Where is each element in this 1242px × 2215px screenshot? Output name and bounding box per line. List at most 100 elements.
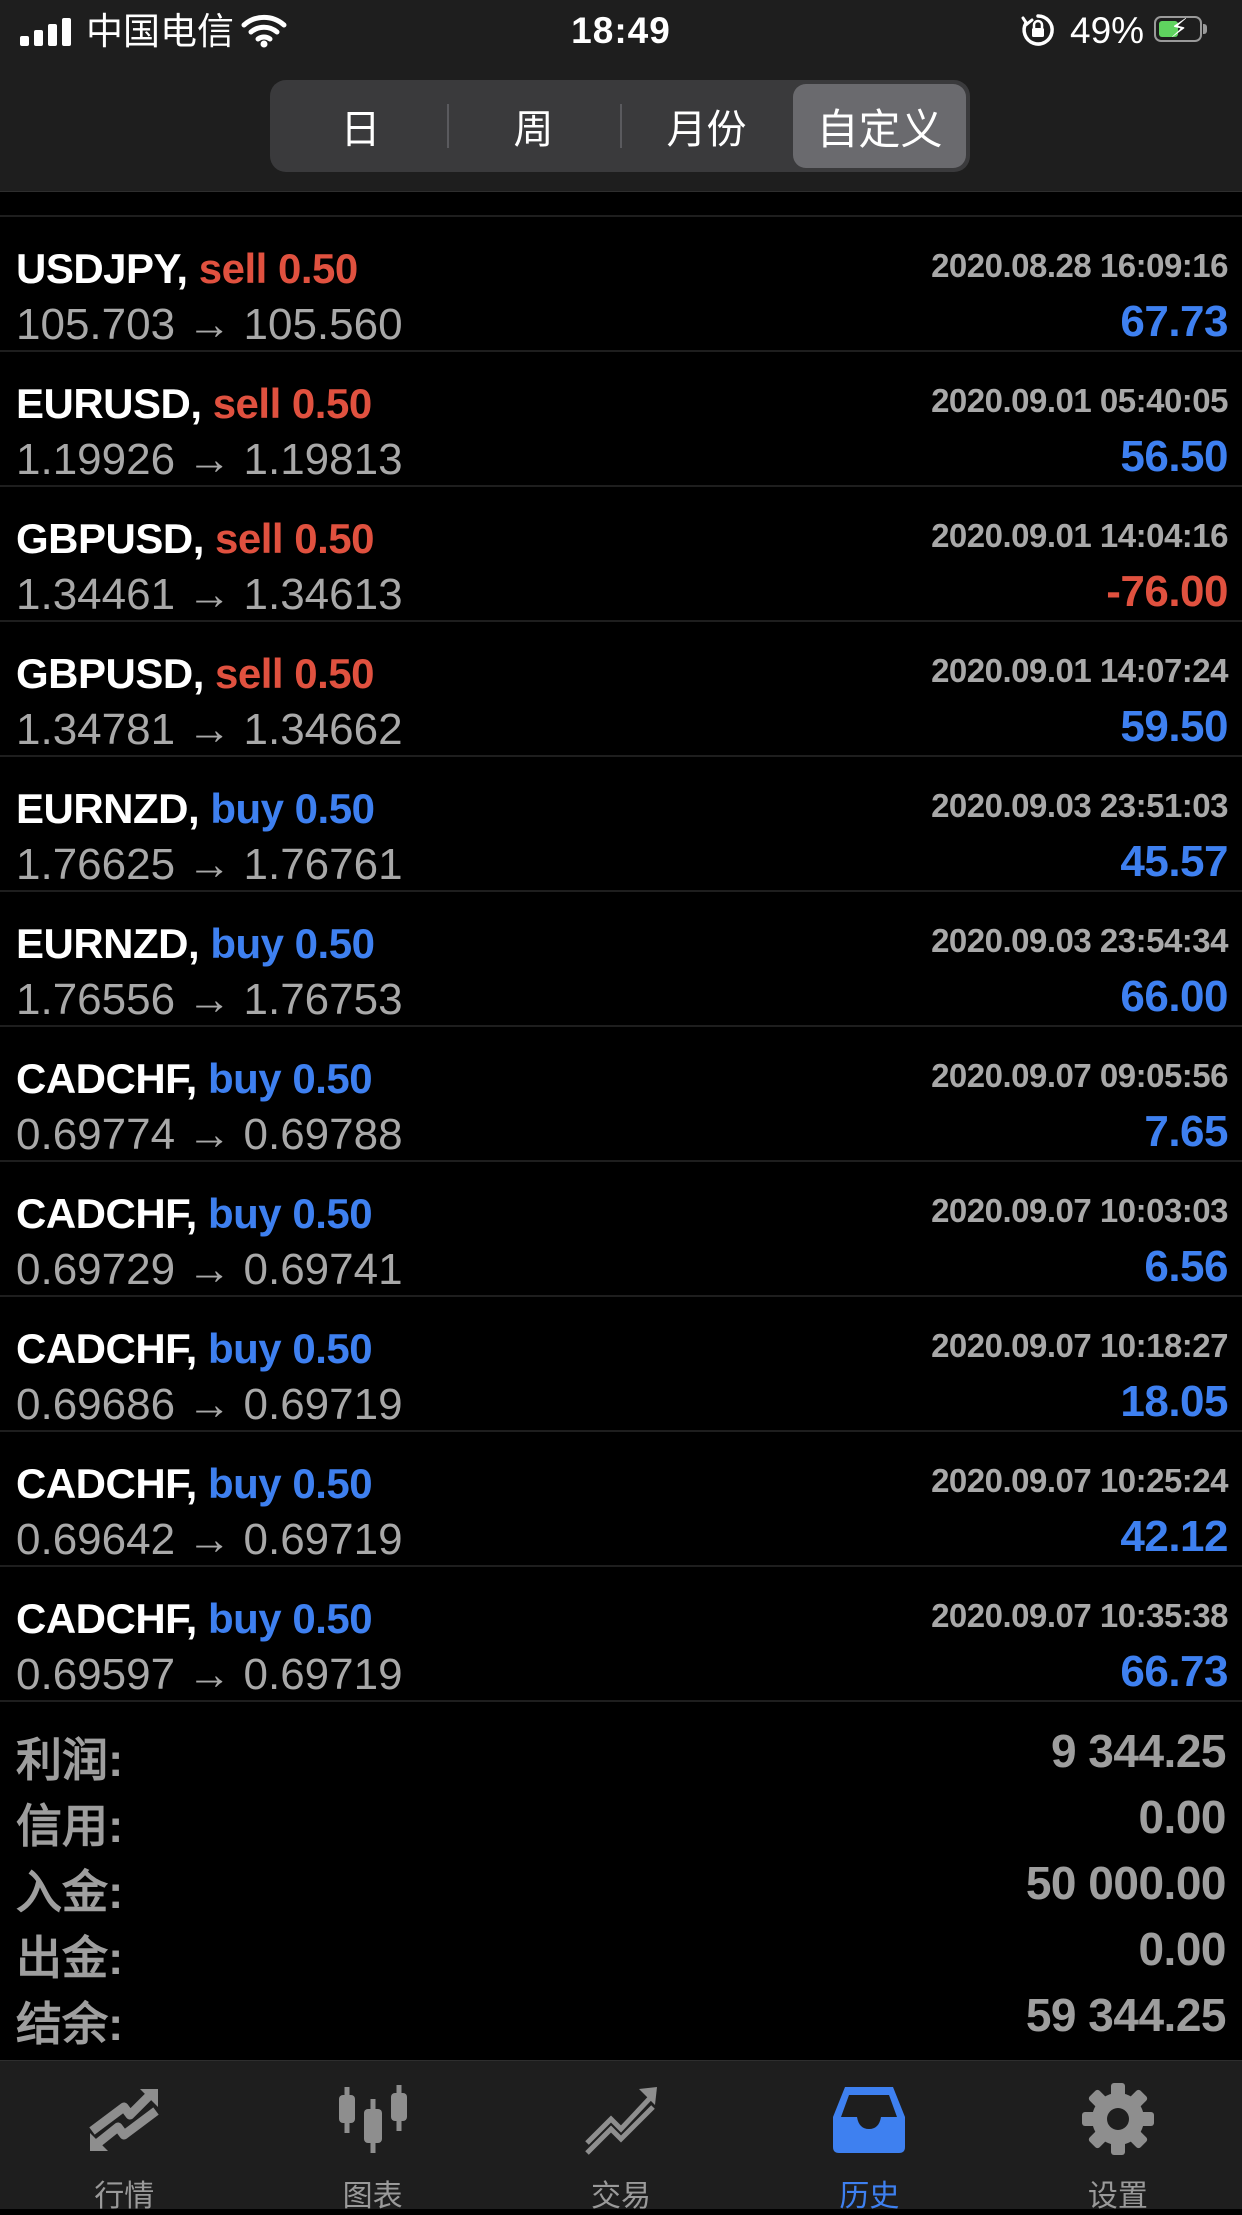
deal-symbol-line: EURNZD, buy 0.50 (16, 785, 375, 833)
quotes-arrows-icon (84, 2061, 164, 2162)
summary-row: 信用: 0.00 (0, 1786, 1242, 1852)
charging-bolt-icon: ⚡ (1170, 13, 1189, 43)
deal-profit: 45.57 (1120, 837, 1228, 886)
deal-time: 2020.09.03 23:51:03 (931, 787, 1228, 824)
summary-value: 59 344.25 (1025, 1989, 1227, 2041)
deal-symbol: EURNZD, (16, 920, 200, 967)
deal-symbol: CADCHF, (16, 1595, 197, 1642)
deal-time: 2020.09.07 10:35:38 (931, 1597, 1228, 1634)
deal-row[interactable]: CADCHF, buy 0.50 2020.09.07 10:25:24 0.696… (0, 1432, 1242, 1567)
deal-symbol-line: CADCHF, buy 0.50 (16, 1460, 373, 1508)
summary-value: 50 000.00 (1025, 1857, 1227, 1909)
deal-symbol: GBPUSD, (16, 650, 204, 697)
period-tab-3[interactable]: 自定义 (793, 84, 966, 168)
deal-row[interactable]: CADCHF, buy 0.50 2020.09.07 10:03:03 0.697… (0, 1162, 1242, 1297)
deal-symbol: CADCHF, (16, 1460, 197, 1507)
deal-side-volume: buy 0.50 (208, 1190, 373, 1237)
deal-time: 2020.09.07 10:03:03 (931, 1192, 1228, 1229)
summary-row: 入金: 50 000.00 (0, 1852, 1242, 1918)
tab-label: 历史 (839, 2180, 900, 2213)
tab-history-inbox[interactable]: 历史 (745, 2061, 993, 2213)
deals-history-list[interactable]: USDJPY, sell 0.50 2020.08.28 16:09:16 105.… (0, 192, 1242, 1702)
deal-symbol: USDJPY, (16, 245, 188, 292)
tab-label: 行情 (94, 2180, 155, 2213)
deal-side-volume: sell 0.50 (212, 380, 372, 427)
tab-quotes-arrows[interactable]: 行情 (0, 2061, 248, 2213)
tab-candlestick-chart[interactable]: 图表 (248, 2061, 496, 2213)
deal-row[interactable]: CADCHF, buy 0.50 2020.09.07 09:05:56 0.697… (0, 1027, 1242, 1162)
deal-profit: -76.00 (1106, 567, 1228, 616)
period-segmented-control: 日周月份 自定义 (270, 80, 970, 172)
deal-row[interactable]: USDJPY, sell 0.50 2020.08.28 16:09:16 105.… (0, 217, 1242, 352)
deal-profit: 6.56 (1144, 1242, 1228, 1291)
list-item-partial[interactable] (0, 192, 1242, 217)
period-tab-1[interactable]: 周 (447, 84, 620, 168)
deal-time: 2020.09.01 14:07:24 (931, 652, 1228, 689)
history-inbox-icon (829, 2061, 909, 2162)
summary-row: 利润: 9 344.25 (0, 1720, 1242, 1786)
deal-prices: 1.76625 → 1.76761 (16, 840, 403, 889)
tab-trade-trend[interactable]: 交易 (497, 2061, 745, 2213)
deal-symbol-line: CADCHF, buy 0.50 (16, 1055, 373, 1103)
trade-trend-icon (581, 2061, 661, 2162)
deal-symbol-line: CADCHF, buy 0.50 (16, 1325, 373, 1373)
tab-label: 设置 (1087, 2180, 1148, 2213)
deal-prices: 1.76556 → 1.76753 (16, 975, 403, 1024)
summary-label: 出金: (16, 1932, 124, 1984)
summary-row: 结余: 59 344.25 (0, 1984, 1242, 2050)
summary-label: 结余: (16, 1998, 124, 2050)
bottom-tab-bar: 行情 图表 交易 历史 设置 (0, 2060, 1242, 2213)
deal-time: 2020.09.07 10:25:24 (931, 1462, 1228, 1499)
deal-side-volume: buy 0.50 (208, 1055, 373, 1102)
candlestick-chart-icon (333, 2061, 413, 2162)
deal-profit: 67.73 (1120, 297, 1228, 346)
summary-value: 9 344.25 (1050, 1725, 1227, 1777)
deal-prices: 105.703 → 105.560 (16, 300, 403, 349)
rotation-lock-icon (1021, 14, 1054, 46)
deal-prices: 1.34781 → 1.34662 (16, 705, 403, 754)
deal-symbol-line: EURNZD, buy 0.50 (16, 920, 375, 968)
deal-profit: 59.50 (1120, 702, 1228, 751)
deal-symbol: CADCHF, (16, 1055, 197, 1102)
deal-time: 2020.09.03 23:54:34 (931, 922, 1228, 959)
deal-row[interactable]: GBPUSD, sell 0.50 2020.09.01 14:07:24 1.34… (0, 622, 1242, 757)
deal-time: 2020.09.07 09:05:56 (931, 1057, 1228, 1094)
summary-value: 0.00 (1138, 1923, 1226, 1975)
deal-side-volume: buy 0.50 (208, 1595, 373, 1642)
deal-row[interactable]: CADCHF, buy 0.50 2020.09.07 10:35:38 0.695… (0, 1567, 1242, 1702)
deal-side-volume: buy 0.50 (210, 785, 375, 832)
summary-label: 入金: (16, 1866, 124, 1918)
deal-time: 2020.09.07 10:18:27 (931, 1327, 1228, 1364)
deal-row[interactable]: GBPUSD, sell 0.50 2020.09.01 14:04:16 1.34… (0, 487, 1242, 622)
deal-prices: 1.34461 → 1.34613 (16, 570, 403, 619)
deal-row[interactable]: CADCHF, buy 0.50 2020.09.07 10:18:27 0.696… (0, 1297, 1242, 1432)
deal-prices: 0.69642 → 0.69719 (16, 1515, 403, 1564)
deal-profit: 66.73 (1120, 1647, 1228, 1696)
deal-profit: 56.50 (1120, 432, 1228, 481)
period-tab-2[interactable]: 月份 (620, 84, 793, 168)
status-bar: 中国电信 18:49 49% ⚡ (0, 0, 1242, 62)
deal-side-volume: sell 0.50 (215, 515, 374, 562)
deal-prices: 0.69729 → 0.69741 (16, 1245, 403, 1294)
deal-symbol-line: CADCHF, buy 0.50 (16, 1190, 373, 1238)
summary-label: 利润: (16, 1734, 124, 1786)
tab-gear[interactable]: 设置 (994, 2061, 1242, 2213)
tab-label: 图表 (342, 2180, 403, 2213)
deal-symbol-line: CADCHF, buy 0.50 (16, 1595, 373, 1643)
deal-profit: 7.65 (1144, 1107, 1228, 1156)
deal-row[interactable]: EURUSD, sell 0.50 2020.09.01 05:40:05 1.19… (0, 352, 1242, 487)
summary-value: 0.00 (1138, 1791, 1226, 1843)
top-header: 中国电信 18:49 49% ⚡ 日周月份 自定义 (0, 0, 1242, 192)
deal-symbol-line: GBPUSD, sell 0.50 (16, 650, 374, 698)
deal-symbol: EURNZD, (16, 785, 200, 832)
deal-profit: 42.12 (1120, 1512, 1228, 1561)
deal-time: 2020.09.01 14:04:16 (931, 517, 1228, 554)
deal-symbol: GBPUSD, (16, 515, 204, 562)
deal-side-volume: buy 0.50 (210, 920, 375, 967)
period-tab-0[interactable]: 日 (274, 84, 447, 168)
deal-row[interactable]: EURNZD, buy 0.50 2020.09.03 23:51:03 1.766… (0, 757, 1242, 892)
deal-side-volume: sell 0.50 (215, 650, 374, 697)
deal-side-volume: buy 0.50 (208, 1460, 373, 1507)
deal-time: 2020.09.01 05:40:05 (931, 382, 1228, 419)
deal-row[interactable]: EURNZD, buy 0.50 2020.09.03 23:54:34 1.765… (0, 892, 1242, 1027)
